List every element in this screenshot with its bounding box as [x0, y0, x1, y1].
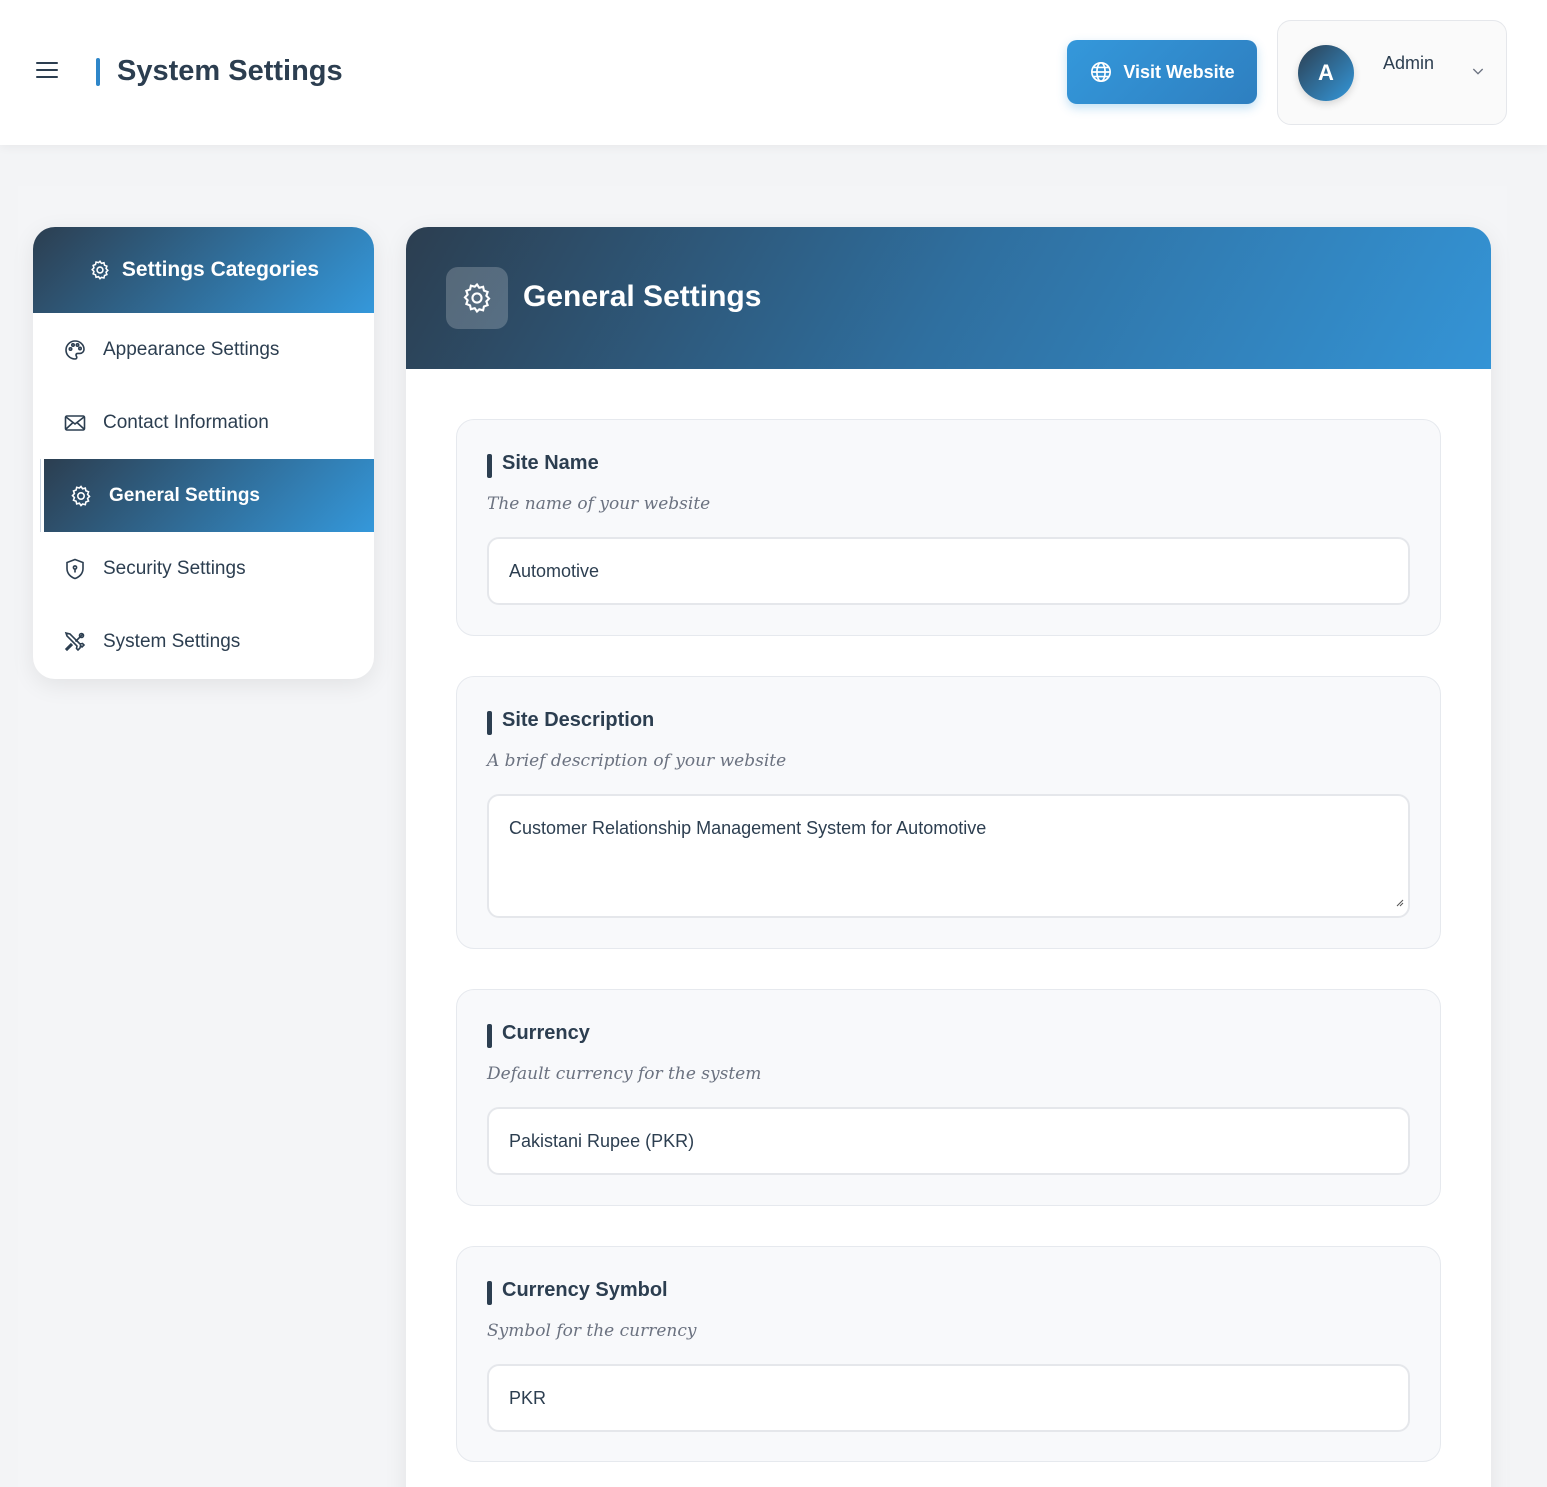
top-bar: System Settings Visit Website A Admin [0, 0, 1547, 145]
user-menu[interactable]: A Admin [1277, 20, 1507, 125]
envelope-icon [63, 411, 87, 435]
sidebar-item-label: System Settings [103, 630, 241, 652]
panel-header: General Settings [406, 227, 1491, 369]
field-hint: A brief description of your website [487, 751, 787, 771]
gear-icon [69, 484, 93, 508]
currency-group: Currency Default currency for the system… [456, 989, 1441, 1206]
currency-input[interactable]: Pakistani Rupee (PKR) [487, 1107, 1410, 1175]
field-hint: Symbol for the currency [487, 1321, 697, 1341]
field-hint: Default currency for the system [487, 1064, 762, 1084]
site-name-input[interactable]: Automotive [487, 537, 1410, 605]
field-label: Site Description [487, 709, 654, 735]
field-label: Currency Symbol [487, 1279, 668, 1305]
field-label: Currency [487, 1022, 590, 1048]
sidebar-item-label: Security Settings [103, 557, 246, 579]
site-description-group: Site Description A brief description of … [456, 676, 1441, 949]
chevron-down-icon[interactable] [1470, 63, 1486, 84]
sidebar-item-appearance[interactable]: Appearance Settings [33, 313, 374, 386]
field-label: Site Name [487, 452, 599, 478]
visit-website-button[interactable]: Visit Website [1067, 40, 1257, 104]
panel-title: General Settings [523, 280, 762, 313]
palette-icon [63, 338, 87, 362]
currency-symbol-input[interactable]: PKR [487, 1364, 1410, 1432]
sidebar-item-label: Contact Information [103, 411, 269, 433]
shield-icon [63, 557, 87, 581]
visit-website-label: Visit Website [1123, 61, 1235, 82]
sidebar-item-security[interactable]: Security Settings [33, 532, 374, 605]
site-name-group: Site Name The name of your website Autom… [456, 419, 1441, 636]
site-description-textarea[interactable]: Customer Relationship Management System … [487, 794, 1410, 918]
globe-icon [1089, 60, 1113, 84]
settings-sidebar: Settings Categories Appearance Settings … [33, 227, 374, 679]
menu-toggle-icon[interactable] [36, 62, 58, 80]
sidebar-item-label: Appearance Settings [103, 338, 280, 360]
gear-icon [446, 267, 508, 329]
avatar: A [1298, 45, 1354, 101]
user-name: Admin [1383, 53, 1435, 73]
gear-icon [88, 258, 112, 282]
tools-icon [63, 630, 87, 654]
sidebar-heading: Settings Categories [33, 227, 374, 313]
general-settings-panel: General Settings Site Name The name of y… [406, 227, 1491, 1487]
sidebar-heading-label: Settings Categories [121, 258, 320, 281]
sidebar-item-contact[interactable]: Contact Information [33, 386, 374, 459]
page-title: System Settings [117, 55, 343, 87]
currency-symbol-group: Currency Symbol Symbol for the currency … [456, 1246, 1441, 1462]
textarea-value: Customer Relationship Management System … [509, 818, 987, 838]
field-hint: The name of your website [487, 494, 711, 514]
resize-handle-icon[interactable] [1394, 891, 1404, 912]
title-accent-bar [96, 58, 100, 86]
sidebar-item-label: General Settings [109, 484, 260, 506]
sidebar-item-general[interactable]: General Settings [40, 459, 374, 532]
sidebar-item-system[interactable]: System Settings [33, 605, 374, 678]
